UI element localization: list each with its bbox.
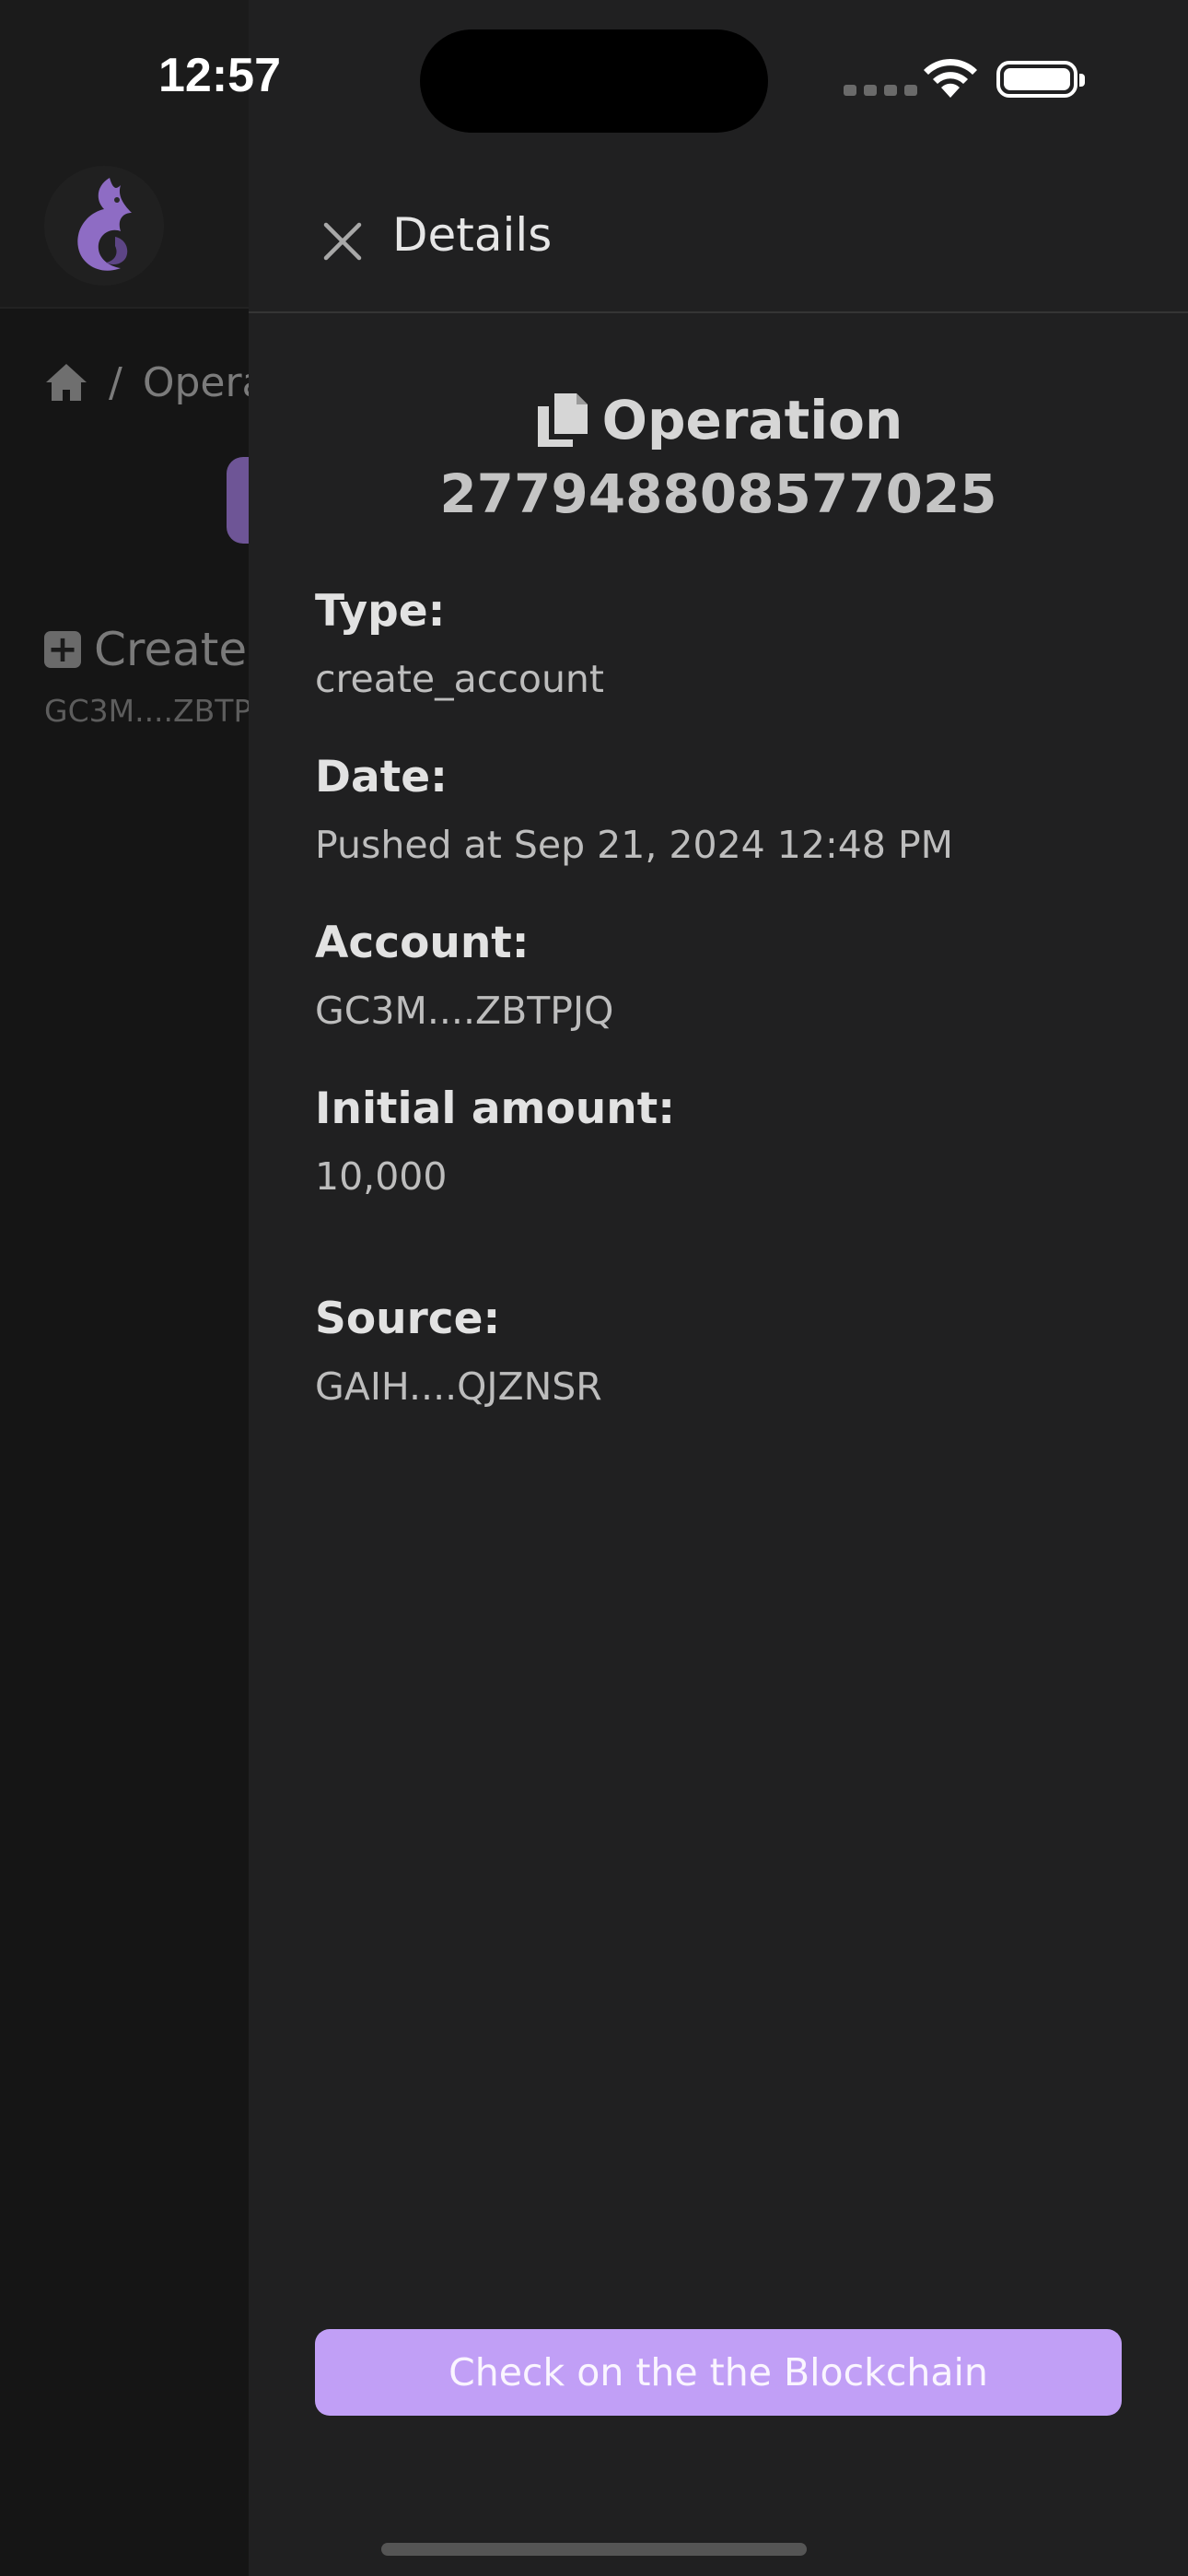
field-account-value[interactable]: GC3M....ZBTPJQ bbox=[315, 989, 613, 1033]
plus-icon: + bbox=[44, 631, 81, 668]
details-drawer: Details Operation 277948808577025 Type: … bbox=[249, 0, 1188, 2576]
home-indicator[interactable] bbox=[381, 2543, 807, 2556]
close-button[interactable] bbox=[315, 214, 370, 269]
app-logo[interactable] bbox=[44, 166, 164, 286]
field-source-value[interactable]: GAIH....QJZNSR bbox=[315, 1364, 602, 1409]
status-time: 12:57 bbox=[158, 49, 281, 102]
cellular-signal-icon bbox=[844, 85, 917, 96]
field-initial-amount-label: Initial amount: bbox=[315, 1083, 675, 1134]
operation-list-item-account: GC3M....ZBTP bbox=[44, 693, 252, 729]
field-account: Account: GC3M....ZBTPJQ bbox=[315, 918, 613, 1033]
operation-heading: Operation 277948808577025 bbox=[249, 385, 1188, 525]
field-type: Type: create_account bbox=[315, 586, 604, 701]
operation-list-item-title: Create bbox=[94, 623, 248, 676]
field-date-label: Date: bbox=[315, 752, 448, 802]
copy-icon[interactable] bbox=[534, 392, 589, 449]
battery-icon bbox=[996, 61, 1085, 98]
field-type-label: Type: bbox=[315, 586, 446, 637]
field-initial-amount: Initial amount: 10,000 bbox=[315, 1083, 675, 1199]
operation-id: 277948808577025 bbox=[439, 463, 997, 525]
field-source-label: Source: bbox=[315, 1294, 501, 1344]
field-source: Source: GAIH....QJZNSR bbox=[315, 1294, 602, 1409]
drawer-title: Details bbox=[392, 208, 553, 262]
breadcrumb-separator: / bbox=[109, 358, 122, 406]
dynamic-island bbox=[420, 29, 768, 133]
status-bar: 12:57 bbox=[0, 0, 1188, 147]
field-date-value: Pushed at Sep 21, 2024 12:48 PM bbox=[315, 823, 954, 867]
operation-heading-label: Operation bbox=[601, 389, 903, 451]
field-date: Date: Pushed at Sep 21, 2024 12:48 PM bbox=[315, 752, 953, 867]
close-icon bbox=[323, 222, 362, 261]
wifi-icon bbox=[924, 58, 977, 98]
breadcrumb: / Opera bbox=[44, 350, 267, 415]
operation-list-item[interactable]: + Create bbox=[44, 623, 247, 676]
home-icon[interactable] bbox=[44, 362, 88, 403]
dragon-logo-icon bbox=[77, 178, 132, 271]
field-type-value: create_account bbox=[315, 657, 604, 701]
field-initial-amount-value: 10,000 bbox=[315, 1154, 448, 1199]
check-blockchain-button[interactable]: Check on the the Blockchain bbox=[315, 2329, 1122, 2416]
field-account-label: Account: bbox=[315, 918, 530, 968]
